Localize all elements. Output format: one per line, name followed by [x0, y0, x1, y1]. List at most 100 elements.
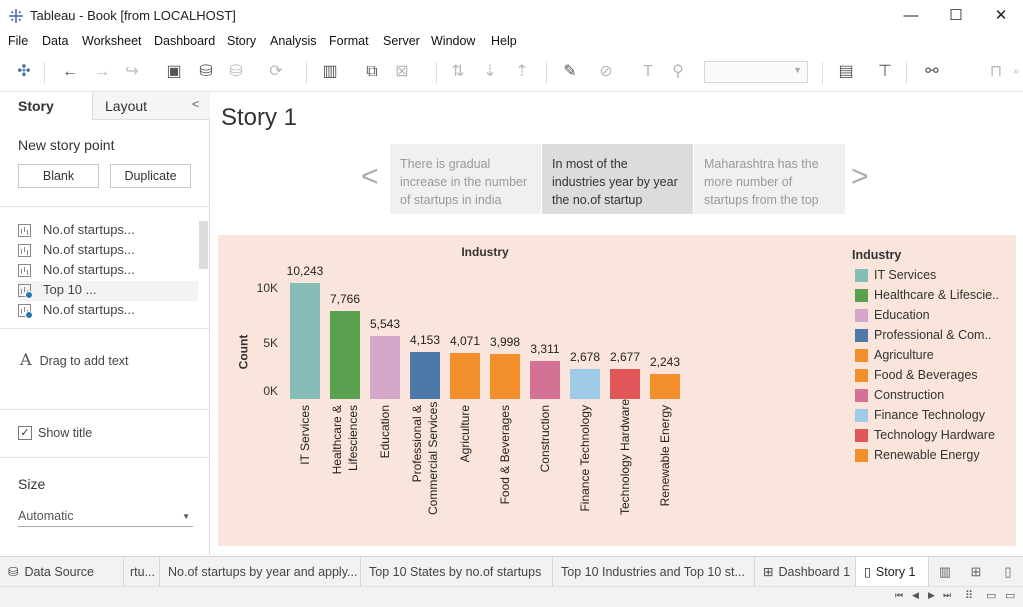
bar[interactable] — [490, 353, 520, 399]
tab-story[interactable]: Story — [0, 92, 92, 120]
menu-file[interactable]: File — [8, 34, 28, 48]
sheet-item[interactable]: No.of startups... — [18, 241, 198, 261]
tableau-home-icon[interactable]: ✣ — [14, 62, 34, 82]
highlight-icon[interactable]: ✎ — [560, 62, 580, 82]
sheet-tab[interactable]: rtu... — [124, 557, 160, 587]
redo-icon[interactable]: → — [92, 62, 112, 82]
swap-rows-columns-icon[interactable]: ⇅ — [448, 62, 468, 82]
group-members-icon[interactable]: ⊘ — [596, 62, 616, 82]
next-sheet-icon[interactable]: ▶ — [928, 590, 935, 601]
legend-item[interactable]: Food & Beverages — [855, 367, 1020, 385]
new-worksheet-icon[interactable]: ▥ — [320, 62, 340, 82]
bar-value-label: 7,766 — [329, 291, 361, 306]
bar[interactable] — [290, 282, 320, 399]
x-category-label: Agriculture — [458, 405, 472, 463]
share-icon[interactable]: ⚯ — [922, 62, 942, 82]
sheet-tab[interactable]: No.of startups by year and apply... — [160, 557, 361, 587]
sheet-label: Top 10 ... — [43, 282, 97, 297]
show-me-icon[interactable]: ⊓ — [986, 62, 1006, 82]
menu-data[interactable]: Data — [42, 34, 68, 48]
menu-format[interactable]: Format — [329, 34, 369, 48]
tab-dashboard[interactable]: ⊞ Dashboard 1 — [755, 557, 856, 587]
story-point-caption-active[interactable]: In most of the industries year by year t… — [542, 144, 693, 214]
first-sheet-icon[interactable]: ⏮ — [895, 590, 903, 601]
bar[interactable] — [330, 310, 360, 399]
more-icon[interactable]: » — [1010, 62, 1022, 82]
size-select[interactable]: Automatic ▼ — [18, 505, 193, 527]
legend-item[interactable]: Technology Hardware — [855, 427, 1020, 445]
previous-sheet-icon[interactable]: ◀ — [912, 590, 919, 601]
sort-descending-icon[interactable]: ⇡ — [512, 62, 532, 82]
sheet-tab[interactable]: Top 10 States by no.of startups — [361, 557, 553, 587]
bar[interactable] — [450, 352, 480, 399]
sheet-item[interactable]: No.of startups... — [18, 221, 198, 241]
pause-updates-icon[interactable]: ⛁ — [226, 62, 246, 82]
story-point-caption[interactable]: There is gradual increase in the number … — [390, 144, 541, 214]
drag-text-item[interactable]: A Drag to add text — [20, 350, 129, 369]
minimize-icon[interactable]: — — [888, 4, 934, 28]
menu-analysis[interactable]: Analysis — [270, 34, 317, 48]
legend-item[interactable]: Agriculture — [855, 347, 1020, 365]
previous-story-point-icon[interactable]: < — [361, 160, 379, 194]
save-icon[interactable]: ▣ — [164, 62, 184, 82]
fix-axes-icon[interactable]: ⚲ — [668, 62, 688, 82]
new-dashboard-tab-icon[interactable]: ⊞ — [967, 564, 985, 580]
show-cards-icon[interactable]: ▤ — [836, 62, 856, 82]
menu-help[interactable]: Help — [491, 34, 517, 48]
collapse-pane-icon[interactable]: < — [192, 97, 199, 111]
bar[interactable] — [370, 336, 400, 399]
sheet-tab[interactable]: Top 10 Industries and Top 10 st... — [553, 557, 755, 587]
fit-select[interactable]: ▼ — [704, 61, 808, 83]
new-story-tab-icon[interactable]: ▯ — [999, 564, 1017, 580]
show-filmstrip-icon[interactable]: ▭ — [986, 589, 996, 602]
new-worksheet-tab-icon[interactable]: ▥ — [936, 564, 954, 580]
menu-worksheet[interactable]: Worksheet — [82, 34, 142, 48]
menu-dashboard[interactable]: Dashboard — [154, 34, 215, 48]
maximize-icon[interactable]: ☐ — [933, 4, 979, 28]
last-sheet-icon[interactable]: ⏭ — [943, 590, 951, 601]
show-mark-labels-icon[interactable]: T — [638, 62, 658, 82]
sort-ascending-icon[interactable]: ⇣ — [480, 62, 500, 82]
refresh-icon[interactable]: ⟳ — [266, 62, 286, 82]
legend-item[interactable]: Renewable Energy — [855, 447, 1020, 465]
legend-swatch — [855, 309, 868, 322]
tab-story-active[interactable]: ▯ Story 1 — [856, 557, 929, 587]
menu-server[interactable]: Server — [383, 34, 420, 48]
bar[interactable] — [650, 373, 680, 399]
show-sheet-sorter-icon[interactable]: ⠿ — [965, 589, 973, 602]
new-data-source-icon[interactable]: ⛁ — [196, 62, 216, 82]
legend-item[interactable]: Construction — [855, 387, 1020, 405]
show-title-checkbox[interactable]: ✓ — [18, 426, 32, 440]
divider — [0, 328, 209, 329]
next-story-point-icon[interactable]: > — [851, 160, 869, 194]
undo-icon[interactable]: ← — [60, 62, 80, 82]
close-icon[interactable]: ✕ — [978, 4, 1023, 28]
blank-button[interactable]: Blank — [18, 164, 99, 188]
bar[interactable] — [570, 368, 600, 399]
legend-item[interactable]: IT Services — [855, 267, 1020, 285]
sheet-list-scrollbar[interactable] — [199, 221, 208, 269]
window-title: Tableau - Book [from LOCALHOST] — [30, 8, 236, 23]
sheet-item[interactable]: Top 10 ... — [18, 281, 198, 301]
menu-story[interactable]: Story — [227, 34, 256, 48]
legend-item[interactable]: Healthcare & Lifescie.. — [855, 287, 1020, 305]
sheet-item[interactable]: No.of startups... — [18, 261, 198, 281]
bar[interactable] — [530, 361, 560, 399]
presentation-mode-icon[interactable]: ⊤ — [875, 62, 895, 82]
bar[interactable] — [610, 368, 640, 399]
duplicate-sheet-icon[interactable]: ⧉ — [362, 62, 382, 82]
bar[interactable] — [410, 351, 440, 399]
divider — [0, 457, 209, 458]
duplicate-button[interactable]: Duplicate — [110, 164, 191, 188]
tab-data-source[interactable]: ⛁ Data Source — [0, 557, 124, 587]
story-point-caption[interactable]: Maharashtra has the more number of start… — [694, 144, 845, 214]
show-tabs-icon[interactable]: ▭ — [1005, 589, 1015, 602]
legend-item[interactable]: Education — [855, 307, 1020, 325]
replay-icon[interactable]: ↪ — [122, 62, 142, 82]
legend-item[interactable]: Finance Technology — [855, 407, 1020, 425]
legend-item[interactable]: Professional & Com.. — [855, 327, 1020, 345]
sheet-item[interactable]: No.of startups... — [18, 301, 198, 321]
tab-dashboard-label: Dashboard 1 — [778, 565, 851, 579]
menu-window[interactable]: Window — [431, 34, 475, 48]
clear-sheet-icon[interactable]: ⊠ — [392, 62, 412, 82]
